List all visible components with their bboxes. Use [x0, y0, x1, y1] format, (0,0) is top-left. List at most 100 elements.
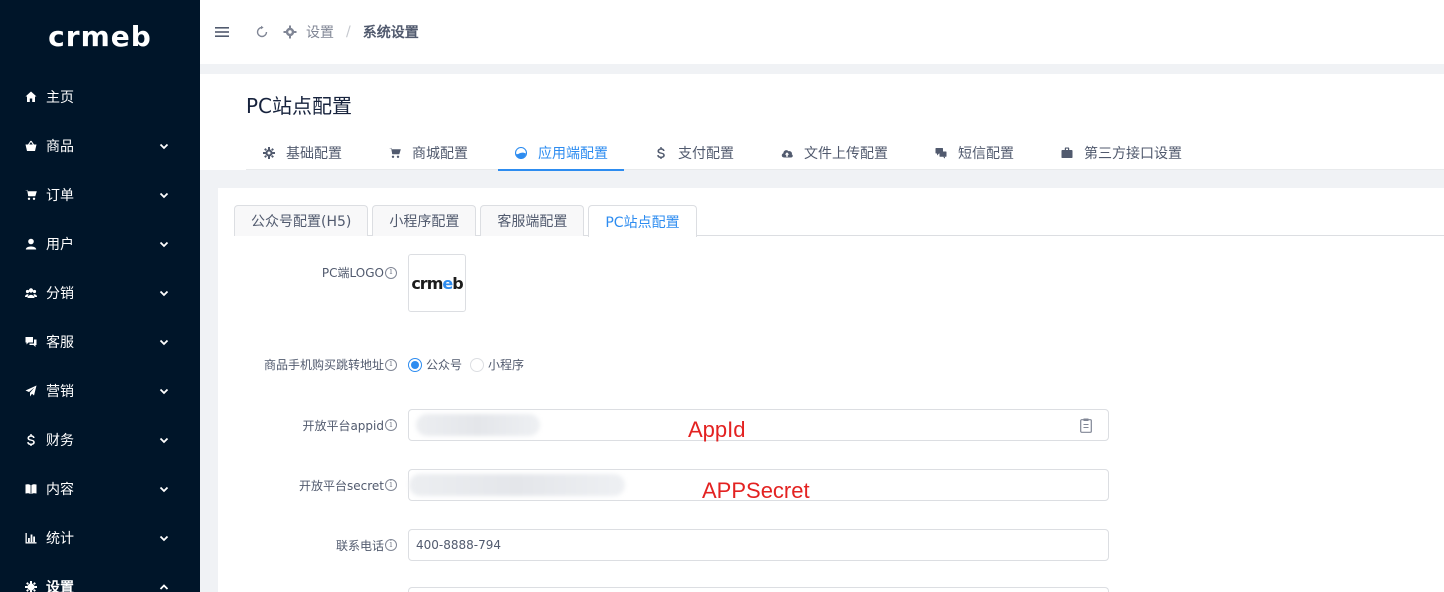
briefcase-icon [1060, 146, 1074, 160]
form-row-jump: 商品手机购买跳转地址 i 公众号 小程序 [218, 356, 532, 373]
sidebar-item-label: 客服 [46, 334, 74, 351]
tab-glyph [781, 150, 793, 158]
sidebar-item-label: 统计 [46, 530, 74, 547]
main-tab[interactable]: 支付配置 [638, 136, 750, 170]
home-icon [24, 90, 38, 104]
jump-radio-option[interactable]: 公众号 [408, 356, 462, 373]
sms-icon [934, 146, 948, 160]
info-icon[interactable]: i [385, 358, 397, 371]
chevron-down-icon [158, 189, 170, 201]
phone-value: 400-8888-794 [416, 538, 502, 552]
radio-button[interactable] [408, 357, 422, 372]
chevron-down-icon [158, 336, 170, 348]
sidebar-item[interactable]: 订单 [0, 170, 200, 219]
main-tab-label: 基础配置 [286, 146, 342, 162]
annotation-appid: AppId [688, 417, 746, 442]
field-label-logo: PC端LOGO [321, 266, 384, 280]
dollar-icon [24, 433, 38, 447]
page-header: PC站点配置 基础配置 商城配置 应用端配置 支付配置 文件上传配置 短信配置 第三方接口设… [200, 74, 1444, 171]
sidebar: crmeb 主页商品订单用户分销客服营销财务内容统计设置 [0, 0, 200, 592]
sidebar-item-label: 用户 [46, 236, 74, 253]
sidebar-item-label: 营销 [46, 383, 74, 400]
main-tab[interactable]: 文件上传配置 [764, 136, 904, 170]
breadcrumb-parent[interactable]: 设置 [306, 22, 334, 42]
gear-icon [24, 580, 38, 592]
clipboard-icon[interactable] [1080, 418, 1092, 433]
sidebar-item[interactable]: 用户 [0, 219, 200, 268]
config-card: 公众号配置(H5) 小程序配置 客服端配置 PC站点配置 PC端LOGO i crmeb… [218, 188, 1444, 592]
gear-icon [262, 146, 276, 160]
sub-tabs: 公众号配置(H5) 小程序配置 客服端配置 PC站点配置 [234, 205, 1444, 237]
breadcrumb-separator: / [346, 24, 351, 40]
tab-glyph [389, 147, 401, 158]
gear-icon [282, 24, 298, 40]
chevron-down-icon [158, 287, 170, 299]
sidebar-item[interactable]: 财务 [0, 415, 200, 464]
redacted-value [416, 414, 540, 436]
main-tab[interactable]: 基础配置 [246, 136, 358, 170]
jump-radio-option[interactable]: 小程序 [470, 356, 524, 373]
logo-upload[interactable]: crmeb [408, 254, 466, 312]
chevron-down-icon [158, 140, 170, 152]
main-tab[interactable]: 短信配置 [918, 136, 1030, 170]
sub-tab[interactable]: 客服端配置 [480, 205, 585, 236]
next-input[interactable] [408, 587, 1109, 592]
sidebar-item-label: 商品 [46, 138, 74, 155]
users-icon [25, 287, 37, 298]
field-label-secret: 开放平台secret [299, 478, 384, 493]
page-title: PC站点配置 [246, 94, 353, 118]
chevron-down-icon [158, 385, 170, 397]
main-tab-label: 应用端配置 [538, 146, 608, 162]
appid-input[interactable] [408, 409, 1109, 441]
sidebar-item[interactable]: 商品 [0, 121, 200, 170]
basket-icon [24, 139, 38, 153]
sub-tab[interactable]: 公众号配置(H5) [234, 205, 369, 236]
basket-icon [25, 140, 37, 151]
bar-chart-icon [25, 532, 37, 543]
sidebar-item[interactable]: 分销 [0, 268, 200, 317]
main-tab[interactable]: 第三方接口设置 [1044, 136, 1198, 170]
tab-glyph [1061, 147, 1073, 158]
sidebar-item[interactable]: 营销 [0, 366, 200, 415]
refresh-icon[interactable] [254, 24, 270, 40]
brand-logo[interactable]: crmeb [0, 0, 200, 72]
chevron-down-icon [158, 434, 170, 446]
sidebar-item[interactable]: 统计 [0, 513, 200, 562]
field-label-appid: 开放平台appid [302, 418, 384, 433]
chat-icon [25, 336, 37, 347]
form-row-next [218, 587, 1109, 592]
annotation-secret: APPSecret [702, 478, 810, 503]
sub-tab[interactable]: PC站点配置 [588, 205, 697, 237]
main-tab-label: 第三方接口设置 [1084, 146, 1182, 162]
field-label-phone: 联系电话 [335, 538, 384, 553]
sidebar-item-label: 内容 [46, 481, 74, 498]
radio-button[interactable] [470, 357, 485, 372]
form-row-logo: PC端LOGO i crmeb [218, 254, 466, 312]
main-tab[interactable]: 应用端配置 [498, 136, 624, 171]
info-icon[interactable]: i [385, 479, 397, 491]
top-header: 设置 / 系统设置 [200, 0, 1444, 64]
sidebar-item[interactable]: 设置 [0, 562, 200, 592]
info-icon[interactable]: i [385, 539, 397, 551]
home-icon [25, 91, 37, 102]
menu-toggle-icon[interactable] [214, 24, 230, 40]
phone-input[interactable]: 400-8888-794 [408, 529, 1109, 561]
form-row-secret: 开放平台secret i [218, 469, 1109, 501]
cloud-upload-icon [780, 146, 794, 160]
sidebar-item[interactable]: 内容 [0, 464, 200, 513]
user-icon [24, 237, 38, 251]
main-tab[interactable]: 商城配置 [372, 136, 484, 170]
sub-tab[interactable]: 小程序配置 [372, 205, 477, 236]
info-icon[interactable]: i [385, 266, 397, 279]
sidebar-item[interactable]: 主页 [0, 72, 200, 121]
info-icon[interactable]: i [385, 419, 397, 431]
bar-chart-icon [24, 531, 38, 545]
dollar-icon [27, 433, 35, 446]
main-tab-label: 支付配置 [678, 146, 734, 162]
tab-glyph [515, 147, 527, 159]
main-tab-label: 商城配置 [412, 146, 468, 162]
field-label-jump: 商品手机购买跳转地址 [263, 358, 384, 372]
sidebar-item-label: 设置 [46, 579, 74, 592]
sidebar-item[interactable]: 客服 [0, 317, 200, 366]
main-tab-label: 文件上传配置 [804, 146, 888, 162]
